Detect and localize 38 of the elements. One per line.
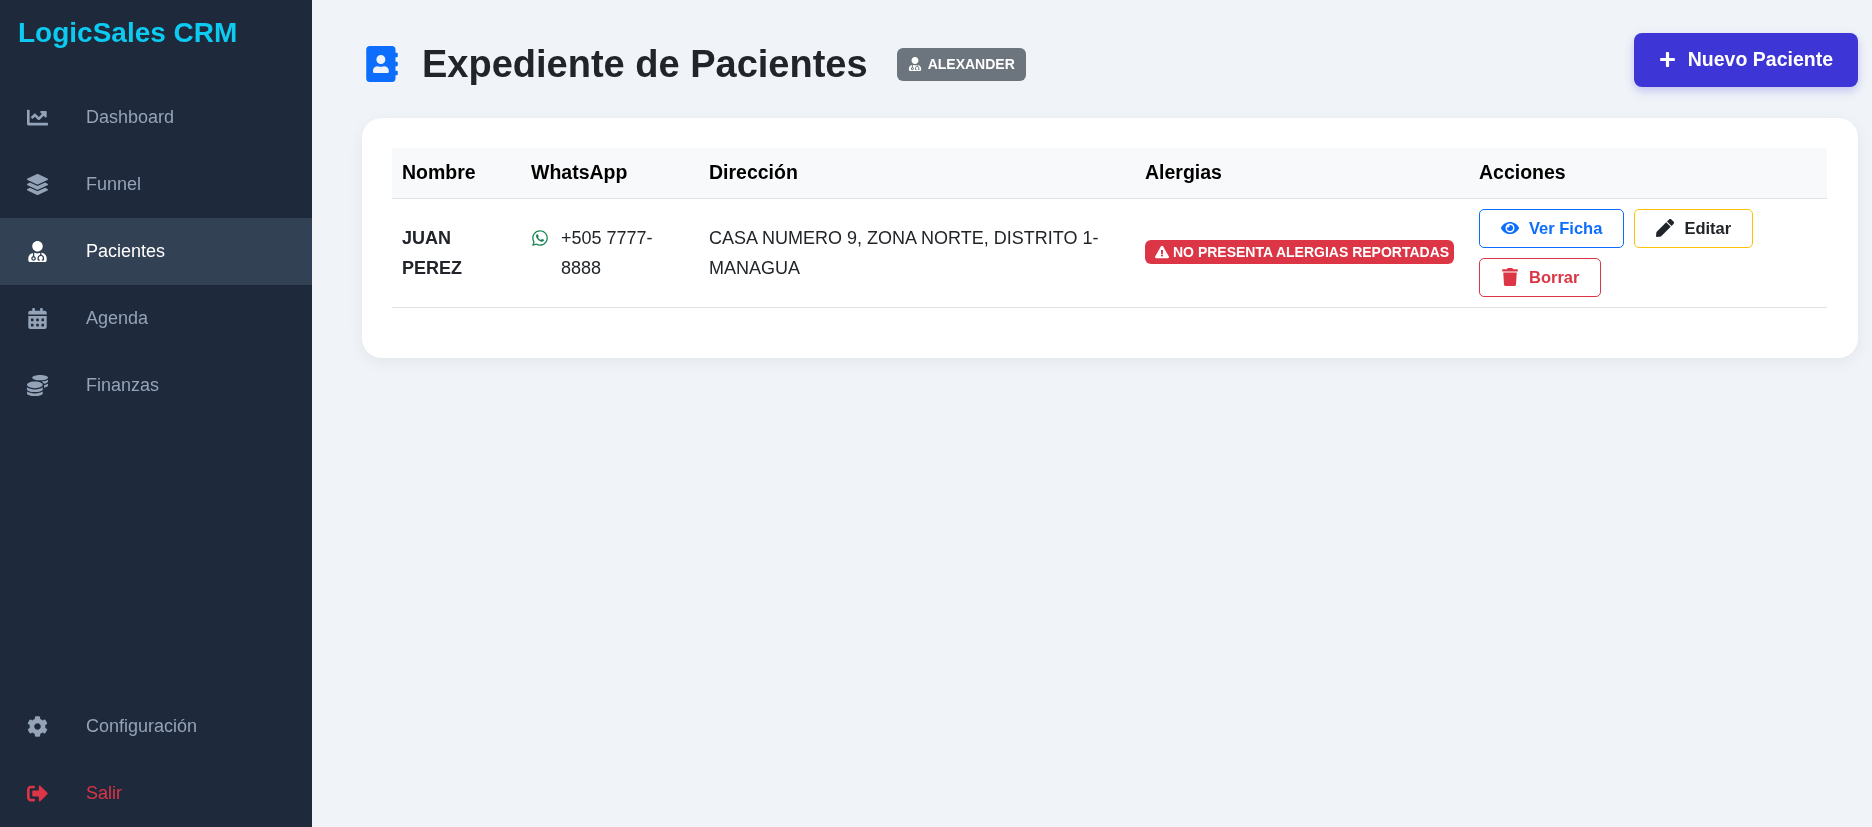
- nav-item[interactable]: Dashboard: [0, 84, 312, 151]
- doctor-icon: [907, 57, 922, 71]
- patient-name: JUAN PEREZ: [402, 227, 462, 278]
- warning-icon: [1155, 244, 1169, 259]
- nav-item[interactable]: Agenda: [0, 285, 312, 352]
- column-header: Dirección: [699, 148, 1135, 198]
- page-title: Expediente de Pacientes: [422, 42, 868, 87]
- phone-chat-icon: [531, 228, 549, 247]
- doctor-icon: [27, 241, 48, 262]
- delete-button[interactable]: Borrar: [1479, 257, 1602, 297]
- contact-book-icon: [364, 46, 400, 82]
- user-name: ALEXANDER: [927, 56, 1015, 72]
- column-header: Alergias: [1135, 148, 1469, 198]
- nav-item[interactable]: Configuración: [0, 693, 312, 760]
- calendar-icon: [27, 308, 48, 329]
- patient-address: CASA NUMERO 9, ZONA NORTE, DISTRITO 1-MANAGUA: [709, 227, 1099, 278]
- nav-item[interactable]: Pacientes: [0, 218, 312, 285]
- eye-icon: [1501, 219, 1519, 237]
- nav-item[interactable]: Finanzas: [0, 352, 312, 419]
- phone-number: +505 7777-8888: [561, 226, 654, 280]
- trash-icon: [1501, 268, 1519, 286]
- settings-icon: [27, 716, 48, 737]
- column-header: WhatsApp: [521, 148, 699, 198]
- coins-icon: [27, 375, 48, 396]
- new-patient-button[interactable]: Nuevo Paciente: [1633, 32, 1858, 87]
- pencil-icon: [1656, 219, 1675, 237]
- app-logo: LogicSales CRM: [18, 16, 238, 50]
- layers-icon: [27, 174, 48, 195]
- nav-item[interactable]: Funnel: [0, 151, 312, 218]
- view-button[interactable]: Ver Ficha: [1479, 208, 1625, 248]
- plus-icon: [1658, 51, 1676, 68]
- chart-line-icon: [27, 107, 48, 128]
- column-header: Acciones: [1469, 148, 1827, 198]
- edit-button[interactable]: Editar: [1634, 208, 1754, 248]
- allergy-text: NO PRESENTA ALERGIAS REPORTADAS: [1173, 242, 1450, 262]
- logout-icon: [27, 783, 48, 804]
- nav-item[interactable]: Salir: [0, 760, 312, 827]
- column-header: Nombre: [392, 148, 521, 198]
